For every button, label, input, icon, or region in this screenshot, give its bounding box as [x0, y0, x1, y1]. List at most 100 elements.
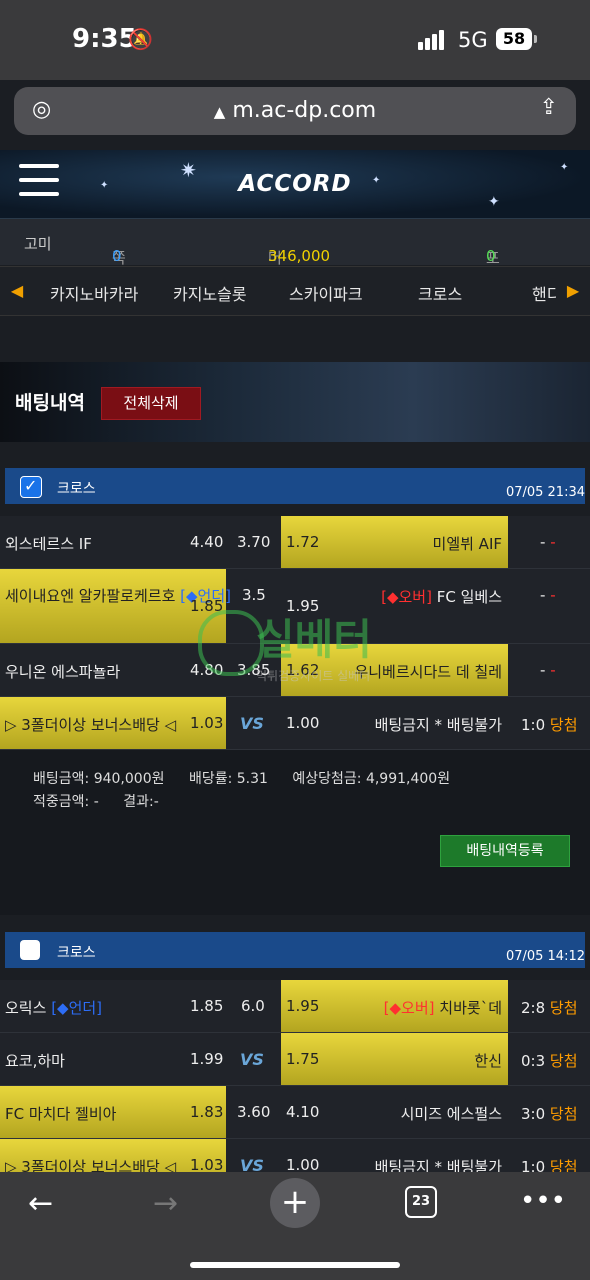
- home-team: 오릭스: [5, 999, 47, 1017]
- bet-select-checkbox[interactable]: [20, 940, 40, 960]
- tab-casino-baccarat[interactable]: 카지노바카라: [50, 281, 138, 305]
- away-team-cell: 4.10 시미즈 에스펄스: [281, 1086, 508, 1138]
- network-type: 5G: [458, 28, 488, 52]
- result-cell: - -: [508, 569, 590, 621]
- result: -: [550, 586, 556, 604]
- away-odds: 1.72: [286, 533, 320, 551]
- vs-icon: VS: [240, 1050, 264, 1069]
- tabs-left-arrow-icon[interactable]: ◀: [0, 267, 34, 315]
- handicap-value: 6.0: [241, 997, 265, 1015]
- handicap-value: 3.5: [242, 586, 266, 604]
- total-odds: 5.31: [236, 771, 268, 787]
- notes-count: 0: [112, 247, 122, 265]
- draw-cell: 6.0: [226, 980, 281, 1032]
- home-indicator: [190, 1262, 400, 1268]
- delete-all-button[interactable]: 전체삭제: [101, 387, 201, 420]
- away-team: 우니베르시다드 데 칠레: [354, 663, 502, 681]
- away-team-cell: 1.75 한신: [281, 1033, 508, 1085]
- bet-summary: 배팅금액: 940,000원 배당률: 5.31 예상당첨금: 4,991,40…: [0, 750, 590, 915]
- away-odds: 1.95: [286, 997, 320, 1015]
- money-value: 346,000: [268, 247, 331, 265]
- hit-amount: -: [93, 794, 99, 810]
- away-team: 배팅금지 * 배팅불가: [374, 716, 502, 734]
- share-icon[interactable]: ⇪: [540, 95, 558, 120]
- away-team: 치바롯`데: [439, 999, 502, 1017]
- away-odds: 4.10: [286, 1103, 320, 1121]
- tabs-right-arrow-icon[interactable]: ▶: [556, 267, 590, 315]
- address-bar[interactable]: ◎ ▲ m.ac-dp.com ⇪: [14, 87, 576, 135]
- home-odds: 4.40: [190, 533, 224, 551]
- clock: 9:35: [72, 24, 137, 54]
- bet-type: 크로스: [57, 481, 96, 497]
- home-team-cell: 우니온 에스파뇰라 4.80: [0, 644, 226, 696]
- home-odds: 1.03: [190, 714, 224, 732]
- expected-win-label: 예상당첨금:: [292, 771, 362, 787]
- home-odds: 1.99: [190, 1050, 224, 1068]
- away-team: 한신: [474, 1052, 502, 1070]
- score: 2:8: [521, 999, 546, 1017]
- bet-amount: 940,000원: [93, 771, 165, 787]
- hit-amount-label: 적중금액:: [33, 794, 90, 810]
- watermark-text: 실베터: [256, 615, 372, 664]
- score: -: [540, 586, 546, 604]
- bet-datetime: 07/05 14:12: [505, 949, 585, 964]
- page-title: 배팅내역: [15, 392, 85, 414]
- home-team-cell: 외스테르스 IF 4.40: [0, 516, 226, 568]
- forward-arrow-icon[interactable]: →: [153, 1186, 178, 1221]
- result: 당첨: [549, 999, 578, 1017]
- bet-type: 크로스: [57, 945, 96, 961]
- tab-casino-slot[interactable]: 카지노슬롯: [173, 281, 247, 305]
- result: 당첨: [549, 716, 578, 734]
- result: -: [550, 661, 556, 679]
- bet-datetime: 07/05 21:34: [505, 485, 585, 500]
- score: 3:0: [521, 1105, 546, 1123]
- draw-odds: 3.70: [237, 533, 271, 551]
- tab-switcher-button[interactable]: 23: [405, 1186, 437, 1218]
- bet-select-checkbox[interactable]: [20, 476, 42, 498]
- back-arrow-icon[interactable]: ←: [28, 1186, 53, 1221]
- away-team: 미엘뷔 AIF: [432, 535, 502, 553]
- result-cell: 0:3 당첨: [508, 1033, 590, 1085]
- user-info-bar: 고미 쪽지 0 머니 346,000 포인트 0: [0, 219, 590, 309]
- result-cell: 1:0 당첨: [508, 697, 590, 749]
- tab-skypark[interactable]: 스카이파크: [289, 281, 363, 305]
- username: 고미: [24, 235, 52, 253]
- url-text[interactable]: ▲ m.ac-dp.com: [14, 98, 576, 123]
- away-team-cell: 1.72 미엘뷔 AIF: [281, 516, 508, 568]
- register-bet-button[interactable]: 배팅내역등록: [440, 835, 570, 867]
- away-team: FC 일베스: [436, 588, 502, 606]
- draw-odds: 3.60: [237, 1103, 271, 1121]
- bet-amount-label: 배팅금액:: [33, 771, 90, 787]
- result: 당첨: [549, 1105, 578, 1123]
- expected-win: 4,991,400원: [365, 771, 451, 787]
- draw-cell: 3.70: [226, 516, 281, 568]
- tab-cross[interactable]: 크로스: [418, 281, 462, 305]
- result-cell: - -: [508, 644, 590, 696]
- table-row: ▷ 3폴더이상 보너스배당 ◁ 1.03 VS 1.00 배팅금지 * 배팅불가…: [0, 697, 590, 750]
- home-team: 요코,하마: [5, 1052, 65, 1070]
- score: 1:0: [521, 716, 546, 734]
- home-team-cell: 오릭스 [◆언더] 1.85: [0, 980, 226, 1032]
- home-team: 우니온 에스파뇰라: [5, 663, 121, 681]
- site-logo[interactable]: ACCORD: [0, 171, 590, 197]
- result-cell: 2:8 당첨: [508, 980, 590, 1032]
- score: -: [540, 533, 546, 551]
- more-menu-icon[interactable]: •••: [520, 1186, 566, 1216]
- home-team-cell: ▷ 3폴더이상 보너스배당 ◁ 1.03: [0, 697, 226, 749]
- points-value: 0: [486, 247, 496, 265]
- silent-bell-icon: 🔕: [128, 27, 153, 51]
- over-tag: [◆오버]: [383, 999, 435, 1017]
- signal-icon: [418, 30, 446, 50]
- new-tab-plus-icon[interactable]: +: [270, 1178, 320, 1228]
- table-row: 외스테르스 IF 4.40 3.70 1.72 미엘뷔 AIF - -: [0, 516, 590, 569]
- home-team: 외스테르스 IF: [5, 535, 92, 553]
- score: -: [540, 661, 546, 679]
- under-tag: [◆언더]: [51, 999, 103, 1017]
- table-row: 요코,하마 1.99 VS 1.75 한신 0:3 당첨: [0, 1033, 590, 1086]
- category-tabs: ◀ 카지노바카라 카지노슬롯 스카이파크 크로스 핸디 ▶: [0, 266, 590, 316]
- table-row: FC 마치다 젤비아 1.83 3.60 4.10 시미즈 에스펄스 3:0 당…: [0, 1086, 590, 1139]
- site-header: ✷ ✦ ✦ ✦ ✦ ACCORD: [0, 150, 590, 219]
- vs-cell: VS: [226, 1033, 281, 1085]
- home-odds: 1.83: [190, 1103, 224, 1121]
- away-odds: 1.75: [286, 1050, 320, 1068]
